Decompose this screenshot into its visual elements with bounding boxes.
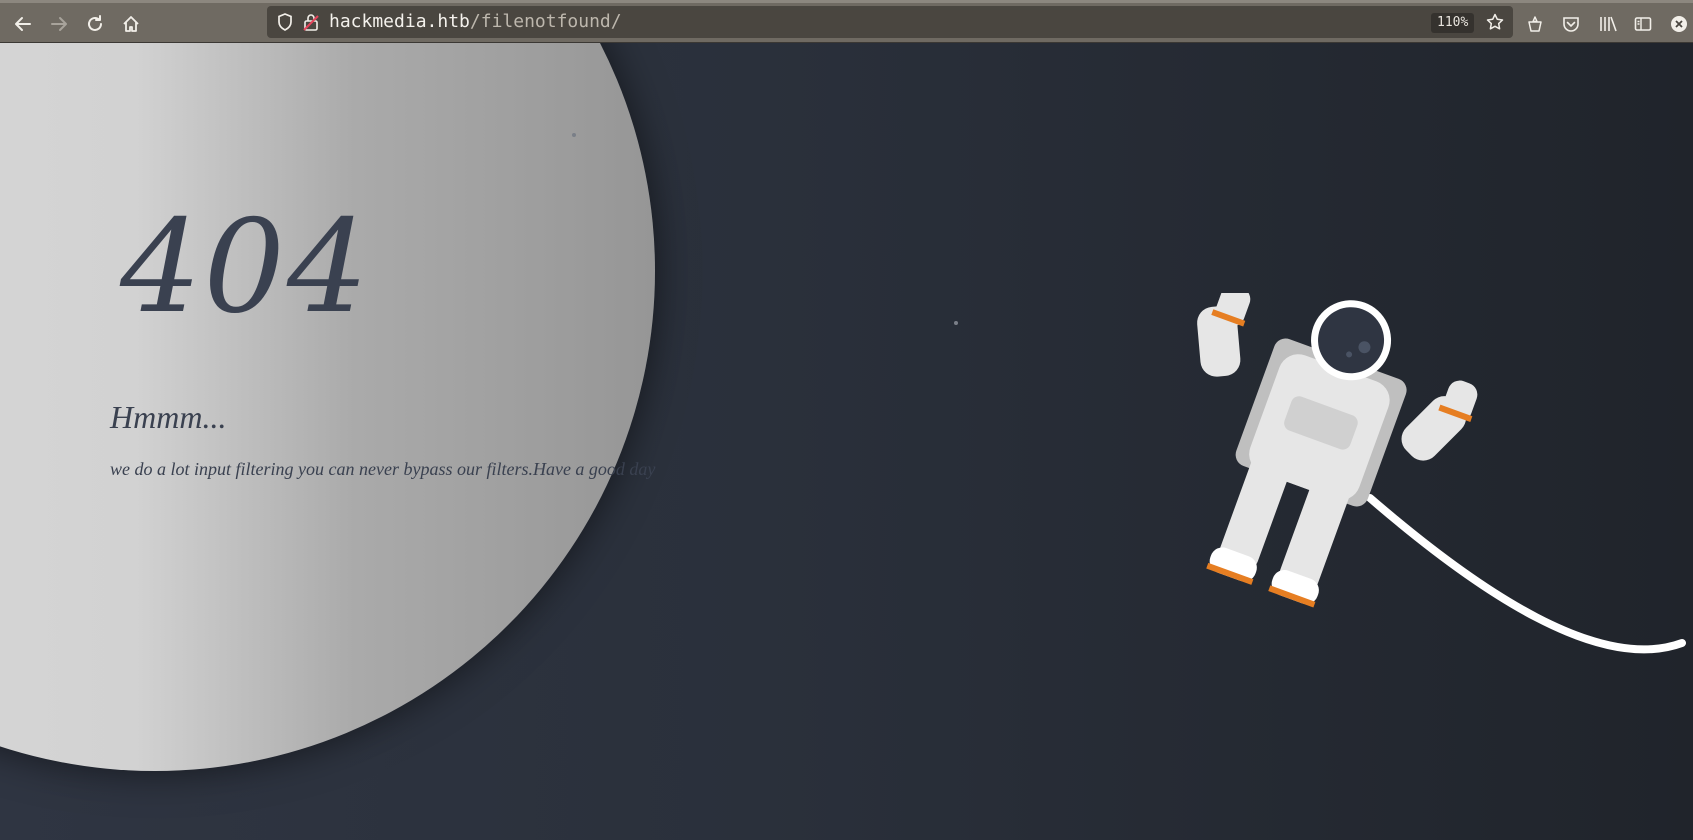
insecure-lock-icon[interactable]	[301, 12, 321, 32]
extension-icon[interactable]	[1523, 12, 1547, 36]
forward-arrow-icon[interactable]	[44, 9, 74, 39]
pocket-icon[interactable]	[1559, 12, 1583, 36]
star-dot	[572, 133, 576, 137]
astronaut-illustration	[1197, 293, 1686, 654]
url-bar[interactable]: hackmedia.htb/filenotfound/ 110%	[267, 6, 1513, 38]
url-path: /filenotfound/	[469, 11, 622, 32]
zoom-level-badge[interactable]: 110%	[1431, 13, 1475, 33]
star-dot	[954, 321, 958, 325]
browser-toolbar: hackmedia.htb/filenotfound/ 110%	[0, 0, 1693, 43]
home-icon[interactable]	[116, 9, 146, 39]
tracking-shield-icon[interactable]	[275, 12, 295, 32]
error-heading: Hmmm...	[110, 399, 227, 435]
error-page: 404 Hmmm... we do a lot input filtering …	[0, 43, 1693, 840]
close-icon[interactable]	[1667, 12, 1691, 36]
error-message: we do a lot input filtering you can neve…	[110, 459, 656, 479]
sidebar-icon[interactable]	[1631, 12, 1655, 36]
url-host: hackmedia.htb	[329, 11, 470, 32]
back-arrow-icon[interactable]	[8, 9, 38, 39]
star-icon[interactable]	[1485, 12, 1505, 32]
library-icon[interactable]	[1596, 12, 1620, 36]
url-text[interactable]: hackmedia.htb/filenotfound/	[329, 6, 622, 38]
reload-icon[interactable]	[80, 9, 110, 39]
moon-illustration	[0, 43, 655, 771]
error-code: 404	[120, 193, 371, 342]
